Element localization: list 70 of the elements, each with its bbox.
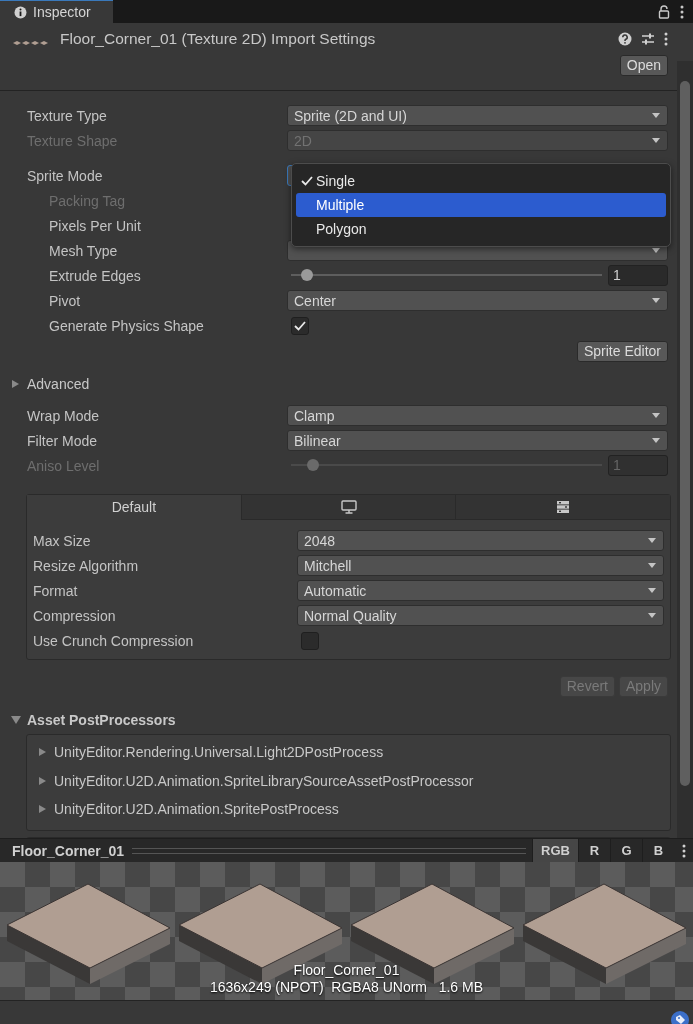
field-label: Pixels Per Unit: [49, 217, 142, 234]
preview-caption: Floor_Corner_01: [293, 962, 400, 979]
dropdown[interactable]: Clamp: [287, 405, 668, 426]
dropdown[interactable]: Bilinear: [287, 430, 668, 451]
monitor-icon: [340, 500, 357, 514]
field-label: Texture Type: [27, 107, 108, 124]
caret-icon: [651, 112, 661, 119]
foldout-header[interactable]: Advanced: [11, 371, 677, 396]
field-label: Generate Physics Shape: [49, 317, 205, 334]
menu-item[interactable]: Multiple: [296, 193, 666, 217]
list-item[interactable]: UnityEditor.Rendering.Universal.Light2DPostProcess: [27, 738, 670, 767]
field-label: Format: [33, 582, 79, 599]
input-field[interactable]: 1: [608, 265, 668, 286]
more-icon[interactable]: [682, 843, 686, 858]
inspector-title: Floor_Corner_01 (Texture 2D) Import Settings: [60, 30, 377, 48]
channel-toggle[interactable]: RGB: [532, 838, 578, 863]
dropdown[interactable]: Automatic: [297, 580, 664, 601]
platform-tab[interactable]: [455, 495, 670, 520]
caret-icon: [651, 412, 661, 419]
collapse-arrow-icon: [11, 714, 21, 725]
caret-icon: [647, 612, 657, 619]
preview-title: Floor_Corner_01: [11, 842, 126, 859]
caret-icon: [651, 297, 661, 304]
list-item[interactable]: UnityEditor.U2D.Animation.SpritePostProcess: [27, 795, 670, 824]
expand-arrow-icon: [11, 378, 21, 389]
field-label: Filter Mode: [27, 432, 99, 449]
lock-icon[interactable]: [658, 4, 670, 19]
more-icon[interactable]: [664, 32, 668, 46]
slider-track[interactable]: [132, 847, 527, 854]
list-item[interactable]: UnityEditor.U2D.Animation.SpriteLibrarySourceAssetPostProcessor: [27, 766, 670, 795]
menu-item[interactable]: Polygon: [296, 217, 666, 241]
slider-thumb[interactable]: [300, 269, 313, 281]
caret-icon: [651, 137, 661, 144]
preview-info: 1636x249 (NPOT) RGBA8 UNorm 1.6 MB: [209, 979, 484, 996]
caret-icon: [647, 587, 657, 594]
expand-arrow-icon: [38, 747, 48, 758]
dropdown[interactable]: Center: [287, 290, 668, 311]
expand-arrow-icon: [38, 804, 48, 815]
open-button[interactable]: Open: [619, 55, 668, 76]
field-label: Pivot: [49, 292, 82, 309]
foldout-header[interactable]: Asset PostProcessors: [11, 707, 677, 732]
settings-icon[interactable]: [641, 32, 655, 46]
sprite-editor-button[interactable]: Sprite Editor: [576, 341, 668, 362]
dropdown[interactable]: Normal Quality: [297, 605, 664, 626]
field-label: Resize Algorithm: [33, 557, 140, 574]
help-icon[interactable]: [618, 32, 632, 46]
field-label: Wrap Mode: [27, 407, 101, 424]
server-icon: [556, 500, 571, 514]
menu-item[interactable]: Single: [296, 169, 666, 193]
dropdown[interactable]: Mitchell: [297, 555, 664, 576]
field-label: Extrude Edges: [49, 267, 142, 284]
inspector-tab[interactable]: Inspector: [0, 0, 113, 23]
caret-icon: [647, 537, 657, 544]
checkbox[interactable]: [301, 631, 319, 650]
field-label: Mesh Type: [49, 242, 119, 259]
dropdown[interactable]: Sprite (2D and UI): [287, 105, 668, 126]
field-label: Max Size: [33, 532, 92, 549]
info-icon: [14, 5, 27, 19]
dropdown[interactable]: 2048: [297, 530, 664, 551]
scrollbar[interactable]: [677, 61, 693, 838]
expand-arrow-icon: [38, 775, 48, 786]
more-icon[interactable]: [680, 4, 684, 19]
field-label: Compression: [33, 607, 117, 624]
checkbox[interactable]: [291, 316, 309, 335]
field-label: Use Crunch Compression: [33, 632, 195, 649]
tag-icon[interactable]: [671, 1011, 689, 1024]
caret-icon: [647, 562, 657, 569]
field-label: Sprite Mode: [27, 167, 104, 184]
texture-thumbnail-icon: [12, 39, 50, 47]
caret-icon: [651, 437, 661, 444]
